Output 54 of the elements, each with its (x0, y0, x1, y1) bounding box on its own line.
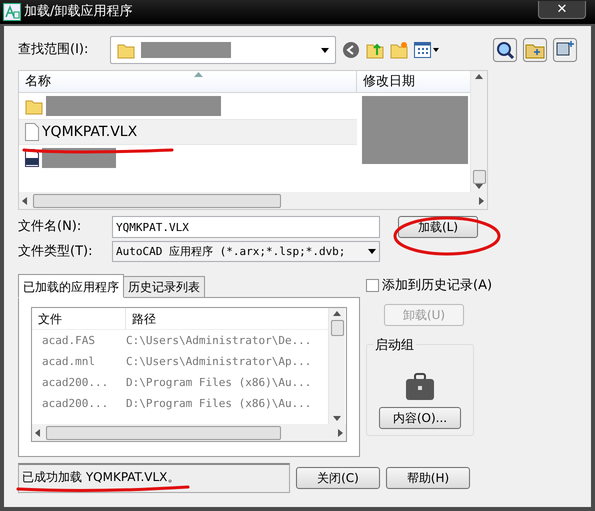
vertical-scrollbar[interactable] (328, 308, 345, 424)
file-name-label: 文件名(N): (18, 218, 82, 236)
checkbox[interactable] (366, 279, 379, 292)
scroll-up-icon (333, 311, 341, 316)
file-name: YQMKPAT.VLX (42, 122, 138, 142)
view-menu-icon[interactable] (414, 42, 440, 58)
dropdown-arrow-icon (321, 48, 329, 52)
tab[interactable]: 已加载的应用程序 (18, 274, 124, 298)
checkbox-label[interactable]: 添加到历史记录(A) (382, 276, 492, 296)
table-cell-text: acad.mnl (41, 354, 96, 370)
contents-button[interactable]: 内容(O)... (379, 406, 461, 428)
table-cell-text: acad.FAS (41, 333, 96, 349)
dropdown-arrow-icon (368, 249, 376, 254)
file-type-label: 文件类型(T): (18, 242, 94, 261)
window-title: 加载/卸载应用程序 (24, 3, 134, 22)
vertical-scrollbar[interactable] (470, 71, 487, 192)
scroll-thumb[interactable] (330, 320, 344, 336)
document-icon (25, 123, 39, 141)
search-icon[interactable] (493, 38, 517, 62)
scroll-thumb[interactable] (472, 170, 486, 184)
tab[interactable]: 历史记录列表 (123, 276, 205, 298)
back-icon[interactable] (342, 41, 360, 59)
status-message: 已成功加载 YQMKPAT.VLX。 (18, 463, 290, 493)
scroll-left-icon (35, 428, 40, 436)
file-row[interactable]: YQMKPAT.VLX (19, 119, 357, 145)
scroll-up-icon (475, 74, 484, 79)
table-cell-text: C:\Users\Administrator\Ap... (126, 354, 312, 370)
scroll-left-icon (22, 196, 27, 204)
table-cell-text: C:\Users\Administrator\De... (126, 333, 312, 349)
close-button[interactable]: ✕ (538, 1, 586, 19)
file-type-dropdown[interactable]: AutoCAD 应用程序 (*.arx;*.lsp;*.dvb; (112, 241, 380, 262)
dialog-button[interactable]: 帮助(H) (386, 467, 470, 489)
horizontal-scrollbar[interactable] (32, 424, 346, 441)
table-cell-text: acad200... (41, 396, 110, 412)
column-header[interactable]: 文件 (32, 308, 126, 329)
sort-caret-icon (194, 72, 202, 77)
column-header[interactable]: 修改日期 (357, 71, 470, 92)
up-folder-icon[interactable] (366, 41, 384, 59)
scroll-right-icon (338, 428, 343, 436)
scroll-right-icon (479, 196, 484, 204)
new-folder-icon[interactable] (390, 41, 408, 59)
horizontal-scrollbar[interactable] (19, 192, 487, 209)
table-cell-text: D:\Program Files (x86)\Au... (126, 375, 312, 391)
table-cell-text: D:\Program Files (x86)\Au... (126, 396, 312, 412)
column-header[interactable]: 名称 (19, 71, 357, 92)
look-in-combo[interactable] (110, 36, 336, 64)
table-cell-text: acad200... (41, 375, 110, 391)
briefcase-icon (405, 372, 435, 400)
scroll-down-icon (333, 416, 341, 421)
app-icon (3, 3, 21, 21)
file-name-field[interactable]: YQMKPAT.VLX (112, 216, 380, 238)
dialog-button[interactable]: 关闭(C) (296, 467, 380, 489)
column-header[interactable]: 路径 (126, 308, 328, 329)
look-in-label: 查找范围(I): (18, 41, 90, 60)
